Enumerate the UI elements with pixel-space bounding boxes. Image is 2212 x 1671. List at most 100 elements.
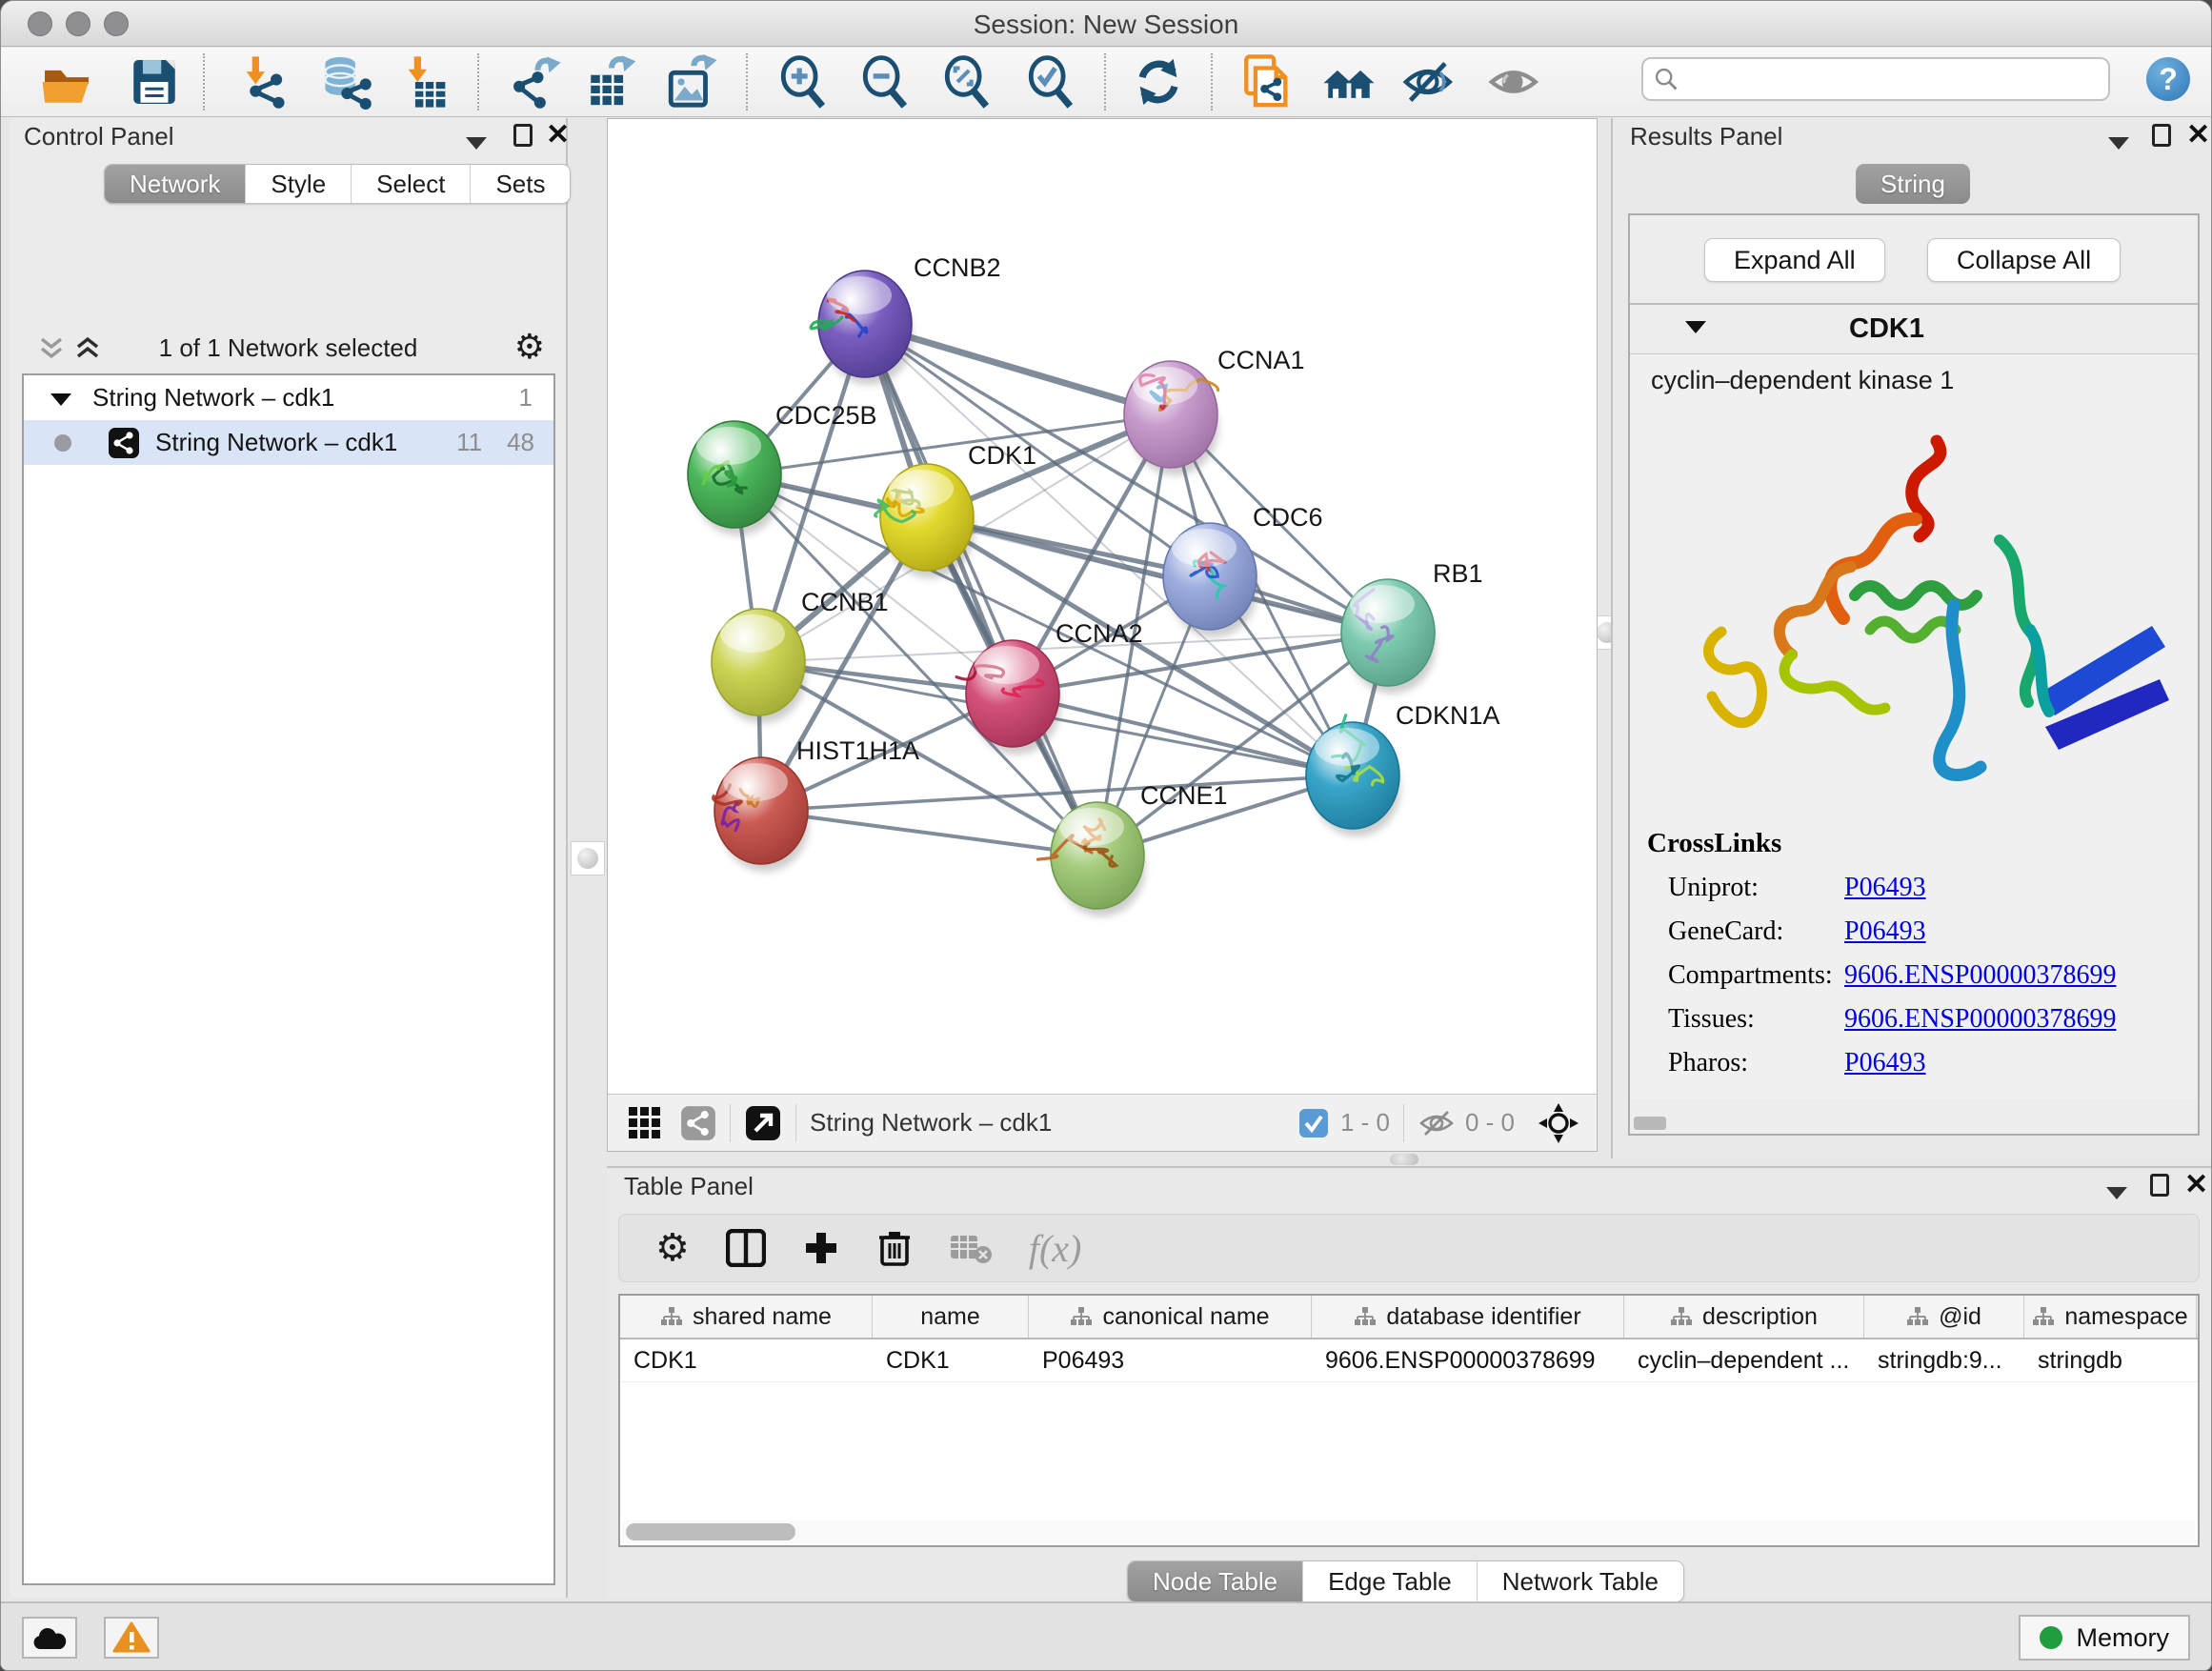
column-header--id[interactable]: @id xyxy=(1864,1296,2024,1338)
network-node-CCNB1[interactable]: CCNB1 xyxy=(712,588,889,723)
table-cell[interactable]: cyclin–dependent ... xyxy=(1624,1339,1864,1381)
help-icon[interactable]: ? xyxy=(2146,57,2190,101)
hide-selected-icon[interactable] xyxy=(1398,51,1460,112)
tab-network[interactable]: Network xyxy=(105,165,246,203)
collapse-all-button[interactable]: Collapse All xyxy=(1927,238,2121,282)
column-header-description[interactable]: description xyxy=(1624,1296,1864,1338)
add-column-icon[interactable] xyxy=(802,1229,840,1267)
grid-view-icon[interactable] xyxy=(627,1105,663,1141)
zoom-in-icon[interactable] xyxy=(773,51,835,112)
panel-menu-icon[interactable] xyxy=(2106,1179,2127,1206)
network-node-CDC6[interactable]: CDC6 xyxy=(1163,503,1323,637)
tab-string[interactable]: String xyxy=(1856,164,1970,204)
crosslink-row: Uniprot:P06493 xyxy=(1668,873,2198,903)
edge-HIST1H1A-CCNE1[interactable] xyxy=(761,811,1097,856)
crosslink-label: Pharos: xyxy=(1668,1048,1844,1078)
crosslink-label: Uniprot: xyxy=(1668,873,1844,903)
cloud-status-button[interactable] xyxy=(22,1617,77,1659)
export-image-icon[interactable] xyxy=(660,51,723,112)
crosslink-value[interactable]: P06493 xyxy=(1844,916,1926,947)
edge-CCNB2-CCNE1[interactable] xyxy=(865,324,1097,856)
collection-count: 1 xyxy=(519,383,533,413)
column-header-canonical-name[interactable]: canonical name xyxy=(1029,1296,1312,1338)
tab-edge-table[interactable]: Edge Table xyxy=(1303,1561,1478,1601)
network-node-CCNA1[interactable]: CCNA1 xyxy=(1124,346,1305,475)
results-scrollbar[interactable] xyxy=(1634,1117,1666,1130)
tab-node-table[interactable]: Node Table xyxy=(1128,1561,1303,1601)
panel-float-icon[interactable] xyxy=(2150,1174,2169,1203)
export-network-icon[interactable] xyxy=(504,51,567,112)
network-canvas[interactable]: CCNB2CCNA1CDC25BCDK1CDC6RB1CCNB1CCNA2CDK… xyxy=(607,118,1598,1152)
table-settings-gear-icon[interactable]: ⚙ xyxy=(655,1226,690,1270)
import-table-icon[interactable] xyxy=(395,51,458,112)
gear-icon[interactable]: ⚙ xyxy=(514,328,545,367)
table-hscrollbar[interactable] xyxy=(622,1520,2196,1543)
show-all-icon[interactable] xyxy=(1483,51,1546,112)
network-view-toolbar: String Network – cdk1 1 - 0 0 - 0 xyxy=(608,1094,1597,1151)
panel-menu-icon[interactable] xyxy=(2108,130,2129,156)
network-node-CCNE1[interactable]: CCNE1 xyxy=(1037,781,1227,916)
tab-style[interactable]: Style xyxy=(246,165,352,203)
network-graph[interactable]: CCNB2CCNA1CDC25BCDK1CDC6RB1CCNB1CCNA2CDK… xyxy=(608,119,1597,1093)
panel-menu-icon[interactable] xyxy=(466,130,487,156)
zoom-fit-icon[interactable] xyxy=(936,51,999,112)
memory-button[interactable]: Memory xyxy=(2019,1615,2190,1661)
crosslink-value[interactable]: 9606.ENSP00000378699 xyxy=(1844,1004,2116,1035)
panel-float-icon[interactable] xyxy=(2152,124,2171,153)
column-header-name[interactable]: name xyxy=(873,1296,1029,1338)
table-cell[interactable]: 9606.ENSP00000378699 xyxy=(1312,1339,1624,1381)
delete-column-icon[interactable] xyxy=(876,1228,913,1268)
detach-view-icon[interactable] xyxy=(744,1104,782,1142)
table-row[interactable]: CDK1CDK1P064939606.ENSP00000378699cyclin… xyxy=(620,1339,2198,1382)
table-cell[interactable]: CDK1 xyxy=(873,1339,1029,1381)
import-network-icon[interactable] xyxy=(233,51,296,112)
table-cell[interactable]: CDK1 xyxy=(620,1339,873,1381)
import-database-icon[interactable] xyxy=(313,51,376,112)
crosslink-value[interactable]: P06493 xyxy=(1844,873,1926,903)
copy-network-icon[interactable] xyxy=(1236,51,1298,112)
tab-select[interactable]: Select xyxy=(352,165,471,203)
first-neighbors-icon[interactable] xyxy=(1317,51,1380,112)
zoom-selected-icon[interactable] xyxy=(1020,51,1083,112)
edge-CDK1-RB1[interactable] xyxy=(927,517,1388,633)
collection-expander-icon[interactable] xyxy=(50,383,71,413)
birdseye-icon[interactable] xyxy=(1538,1102,1579,1144)
expand-all-button[interactable]: Expand All xyxy=(1704,238,1885,282)
network-row[interactable]: String Network – cdk1 11 48 xyxy=(24,420,553,465)
crosslink-label: Tissues: xyxy=(1668,1004,1844,1035)
left-splitter-handle[interactable] xyxy=(571,841,605,876)
zoom-out-icon[interactable] xyxy=(855,51,917,112)
gene-section-header[interactable]: CDK1 xyxy=(1630,305,2198,354)
crosslink-value[interactable]: P06493 xyxy=(1844,1048,1926,1078)
refresh-icon[interactable] xyxy=(1127,51,1190,112)
network-node-CCNB2[interactable]: CCNB2 xyxy=(811,253,1000,385)
export-table-icon[interactable] xyxy=(580,51,643,112)
hidden-eye-icon xyxy=(1418,1108,1456,1138)
network-view-icon[interactable] xyxy=(680,1105,716,1141)
selected-checkbox-icon[interactable] xyxy=(1298,1108,1329,1138)
network-node-RB1[interactable]: RB1 xyxy=(1341,559,1483,694)
show-columns-icon[interactable] xyxy=(726,1229,766,1267)
crosslink-value[interactable]: 9606.ENSP00000378699 xyxy=(1844,960,2116,991)
tab-network-table[interactable]: Network Table xyxy=(1478,1561,1683,1601)
save-session-icon[interactable] xyxy=(123,51,186,112)
column-header-namespace[interactable]: namespace xyxy=(2024,1296,2197,1338)
bottom-splitter-handle[interactable] xyxy=(1390,1154,1418,1165)
table-cell[interactable]: stringdb xyxy=(2024,1339,2197,1381)
status-bar: Memory xyxy=(1,1601,2211,1670)
search-input[interactable] xyxy=(1679,60,2108,98)
table-cell[interactable]: stringdb:9... xyxy=(1864,1339,2024,1381)
table-cell[interactable]: P06493 xyxy=(1029,1339,1312,1381)
panel-close-icon[interactable]: ✕ xyxy=(2186,124,2210,147)
network-collection-row[interactable]: String Network – cdk1 1 xyxy=(24,375,553,420)
panel-close-icon[interactable]: ✕ xyxy=(2184,1174,2208,1197)
network-node-CDKN1A[interactable]: CDKN1A xyxy=(1306,701,1500,836)
tab-sets[interactable]: Sets xyxy=(471,165,570,203)
panel-close-icon[interactable]: ✕ xyxy=(546,124,570,147)
column-header-shared-name[interactable]: shared name xyxy=(620,1296,873,1338)
panel-float-icon[interactable] xyxy=(513,124,533,153)
open-session-icon[interactable] xyxy=(35,51,98,112)
gene-expander-icon[interactable] xyxy=(1685,321,1706,338)
warnings-button[interactable] xyxy=(104,1617,159,1659)
column-header-database-identifier[interactable]: database identifier xyxy=(1312,1296,1624,1338)
